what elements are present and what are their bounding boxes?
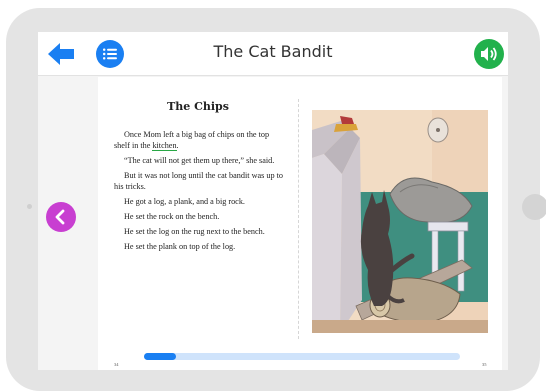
story-illustration [312,110,488,333]
camera-dot [27,204,32,209]
story-text-segment: He set the plank on top of the log. [124,242,236,251]
story-paragraph: He set the log on the rug next to the be… [114,226,286,237]
story-text-segment: Once Mom left a big bag of chips on the … [114,130,270,150]
story-paragraph: He got a log, a plank, and a big rock. [114,196,286,207]
story-paragraph: “The cat will not get them up there,” sh… [114,155,286,166]
story-text-segment: He got a log, a plank, and a big rock. [124,197,245,206]
story-title: The Chips [167,100,229,113]
list-icon [103,48,117,60]
vocab-word[interactable]: kitchen [152,141,177,151]
speaker-icon [481,47,497,61]
story-text-segment: He set the rock on the bench. [124,212,220,221]
back-button[interactable] [46,41,76,67]
cat-scene-image [312,110,488,333]
sound-button[interactable] [474,39,504,69]
story-text-segment: But it was not long until the cat bandit… [114,171,283,191]
top-bar: The Cat Bandit [38,32,508,76]
story-paragraph: He set the rock on the bench. [114,211,286,222]
previous-page-button[interactable] [46,202,76,232]
page-progress-bar[interactable] [144,353,460,360]
story-paragraph: He set the plank on top of the log. [114,241,286,252]
story-text: Once Mom left a big bag of chips on the … [114,129,286,256]
story-paragraph: Once Mom left a big bag of chips on the … [114,129,286,151]
reader-screen: The Cat Bandit The Chips Once Mom left a… [38,32,508,370]
book-title: The Cat Bandit [213,42,333,61]
arrow-left-icon [48,43,74,65]
story-paragraph: But it was not long until the cat bandit… [114,170,286,192]
story-text-segment: . [176,141,179,150]
home-button[interactable] [522,194,546,220]
book-spread: The Chips Once Mom left a big bag of chi… [98,77,502,370]
story-text-segment: “The cat will not get them up there,” sh… [124,156,275,165]
left-page-number: 34 [114,362,119,367]
page-progress-fill [144,353,176,360]
page-divider [298,99,299,339]
story-text-segment: He set the log on the rug next to the be… [124,227,265,236]
chevron-left-icon [55,209,65,225]
right-page-number: 35 [482,362,487,367]
menu-button[interactable] [96,40,124,68]
